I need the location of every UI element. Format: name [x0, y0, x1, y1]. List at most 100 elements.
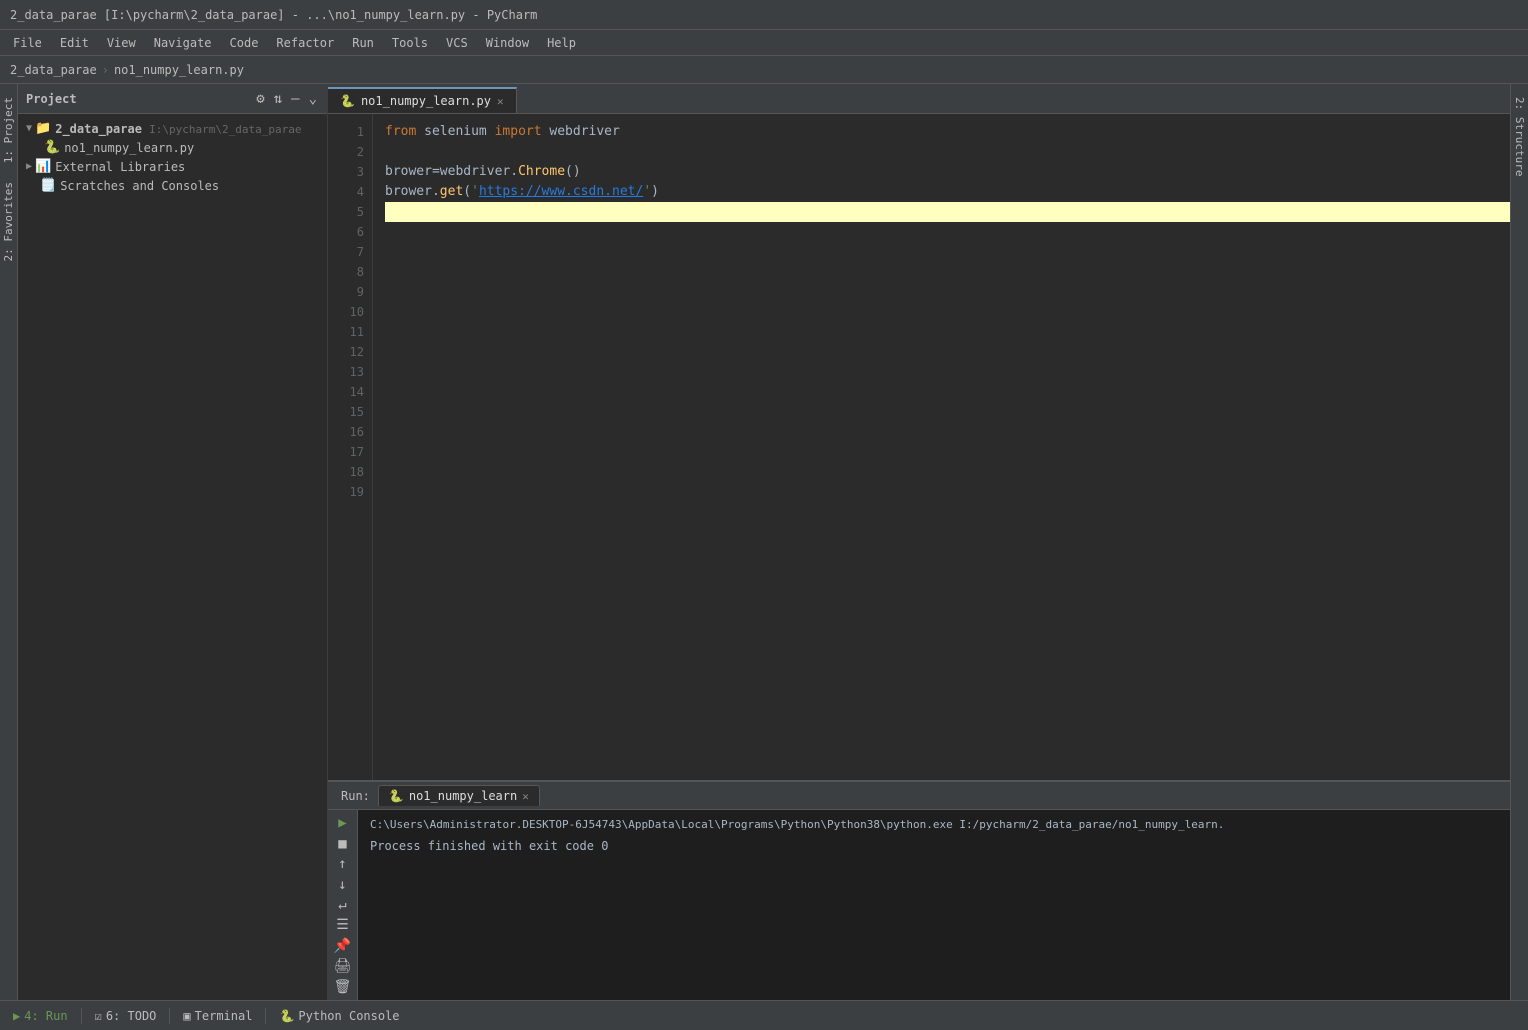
code-line-1: from selenium import webdriver: [385, 122, 1510, 142]
tree-item-ext-libs[interactable]: ▶ 📊 External Libraries: [18, 157, 327, 176]
ln-5: 5: [328, 202, 364, 222]
scratches-icon: 🗒️: [40, 178, 56, 193]
breadcrumb: 2_data_parae › no1_numpy_learn.py: [0, 56, 1528, 84]
run-tab-name: no1_numpy_learn: [409, 789, 517, 803]
status-sep-3: [265, 1008, 266, 1024]
project-tree: ▼ 📁 2_data_parae I:\pycharm\2_data_parae…: [18, 114, 327, 1000]
status-run-label: 4: Run: [24, 1009, 67, 1023]
code-line-8: [385, 262, 1510, 282]
panel-collapse-icon[interactable]: —: [289, 89, 301, 109]
panel-sort-icon[interactable]: ⇅: [272, 89, 284, 109]
menu-refactor[interactable]: Refactor: [268, 34, 342, 52]
panel-title: Project: [26, 92, 77, 106]
breadcrumb-file[interactable]: no1_numpy_learn.py: [114, 63, 244, 77]
status-python-icon: 🐍: [279, 1009, 294, 1023]
code-line-10: [385, 302, 1510, 322]
status-terminal-item[interactable]: ▣ Terminal: [175, 1006, 260, 1026]
code-editor[interactable]: 1 2 3 4 5 6 7 8 9 10 11 12 13 14 15 16 1: [328, 114, 1510, 780]
panel-gear-icon[interactable]: ⌄: [307, 89, 319, 109]
code-line-12: [385, 342, 1510, 362]
status-sep-1: [81, 1008, 82, 1024]
main-content: Project ⚙ ⇅ — ⌄ ▼ 📁 2_data_parae I:\pych…: [18, 84, 1528, 1000]
status-run-button[interactable]: ▶ 4: Run: [5, 1006, 76, 1026]
menu-window[interactable]: Window: [478, 34, 537, 52]
status-python-label: Python Console: [298, 1009, 399, 1023]
ln-17: 17: [328, 442, 364, 462]
tree-label-ext: External Libraries: [55, 160, 185, 174]
panel-header: Project ⚙ ⇅ — ⌄: [18, 84, 327, 114]
tab-label: no1_numpy_learn.py: [361, 94, 491, 108]
tree-arrow-ext: ▶: [26, 161, 32, 172]
run-tab-bar: Run: 🐍 no1_numpy_learn ✕: [328, 782, 1510, 810]
status-todo-label: 6: TODO: [106, 1009, 157, 1023]
code-line-9: [385, 282, 1510, 302]
ln-14: 14: [328, 382, 364, 402]
panel-settings-icon[interactable]: ⚙: [254, 89, 266, 109]
kw-import: import: [495, 122, 542, 142]
status-python-console-item[interactable]: 🐍 Python Console: [271, 1006, 407, 1026]
title-text: 2_data_parae [I:\pycharm\2_data_parae] -…: [10, 8, 537, 22]
menu-view[interactable]: View: [99, 34, 144, 52]
tree-item-file[interactable]: 🐍 no1_numpy_learn.py: [36, 138, 327, 157]
sidebar-tab-favorites[interactable]: 2: Favorites: [0, 174, 17, 269]
run-wrap-button[interactable]: ↵: [332, 897, 354, 913]
menu-navigate[interactable]: Navigate: [146, 34, 220, 52]
tab-close-button[interactable]: ✕: [497, 95, 504, 108]
run-print-button[interactable]: 🖨: [332, 958, 354, 974]
status-terminal-label: Terminal: [195, 1009, 253, 1023]
ln-16: 16: [328, 422, 364, 442]
run-scroll-down-button[interactable]: ↓: [332, 876, 354, 892]
run-output: C:\Users\Administrator.DESKTOP-6J54743\A…: [358, 810, 1510, 1000]
code-line-2: [385, 142, 1510, 162]
menu-bar: File Edit View Navigate Code Refactor Ru…: [0, 30, 1528, 56]
code-line-14: [385, 382, 1510, 402]
run-command: C:\Users\Administrator.DESKTOP-6J54743\A…: [370, 818, 1498, 831]
code-line-4: brower.get('https://www.csdn.net/'): [385, 182, 1510, 202]
run-content: ▶ ■ ↑ ↓ ↵ ☰ 📌 🖨 🗑 C:\Users\Administrator…: [328, 810, 1510, 1000]
tree-item-root[interactable]: ▼ 📁 2_data_parae I:\pycharm\2_data_parae: [18, 119, 327, 138]
run-stop-button[interactable]: ■: [332, 835, 354, 851]
run-filter-button[interactable]: ☰: [332, 917, 354, 933]
menu-file[interactable]: File: [5, 34, 50, 52]
menu-vcs[interactable]: VCS: [438, 34, 476, 52]
run-pin-button[interactable]: 📌: [332, 938, 354, 954]
run-tab-close[interactable]: ✕: [522, 790, 529, 803]
code-content[interactable]: from selenium import webdriver brower=we…: [373, 114, 1510, 780]
code-line-3: brower=webdriver.Chrome(): [385, 162, 1510, 182]
run-trash-button[interactable]: 🗑: [332, 979, 354, 995]
menu-tools[interactable]: Tools: [384, 34, 436, 52]
status-sep-2: [169, 1008, 170, 1024]
editor-tab-bar: 🐍 no1_numpy_learn.py ✕: [328, 84, 1510, 114]
code-line-17: [385, 442, 1510, 462]
sidebar-tab-structure[interactable]: 2: Structure: [1511, 89, 1528, 184]
project-panel: Project ⚙ ⇅ — ⌄ ▼ 📁 2_data_parae I:\pych…: [18, 84, 328, 1000]
status-todo-icon: ☑: [95, 1009, 102, 1023]
code-line-11: [385, 322, 1510, 342]
run-tab[interactable]: 🐍 no1_numpy_learn ✕: [378, 785, 540, 806]
tree-item-scratches[interactable]: 🗒️ Scratches and Consoles: [18, 176, 327, 195]
menu-edit[interactable]: Edit: [52, 34, 97, 52]
menu-code[interactable]: Code: [222, 34, 267, 52]
menu-help[interactable]: Help: [539, 34, 584, 52]
kw-from: from: [385, 122, 416, 142]
ln-11: 11: [328, 322, 364, 342]
ln-15: 15: [328, 402, 364, 422]
sidebar-tab-project[interactable]: 1: Project: [0, 89, 17, 171]
ln-4: 4: [328, 182, 364, 202]
code-line-7: [385, 242, 1510, 262]
ln-18: 18: [328, 462, 364, 482]
python-file-icon: 🐍: [44, 140, 60, 155]
breadcrumb-separator: ›: [102, 63, 109, 77]
ln-9: 9: [328, 282, 364, 302]
run-start-button[interactable]: ▶: [332, 815, 354, 831]
panel-icons: ⚙ ⇅ — ⌄: [254, 89, 319, 109]
status-todo-item[interactable]: ☑ 6: TODO: [87, 1006, 165, 1026]
editor-tab-active[interactable]: 🐍 no1_numpy_learn.py ✕: [328, 87, 517, 113]
breadcrumb-project[interactable]: 2_data_parae: [10, 63, 97, 77]
menu-run[interactable]: Run: [344, 34, 382, 52]
run-sidebar: ▶ ■ ↑ ↓ ↵ ☰ 📌 🖨 🗑: [328, 810, 358, 1000]
run-scroll-up-button[interactable]: ↑: [332, 856, 354, 872]
ln-8: 8: [328, 262, 364, 282]
code-line-6: [385, 222, 1510, 242]
main-layout: 1: Project 2: Favorites Project ⚙ ⇅ — ⌄ …: [0, 84, 1528, 1000]
